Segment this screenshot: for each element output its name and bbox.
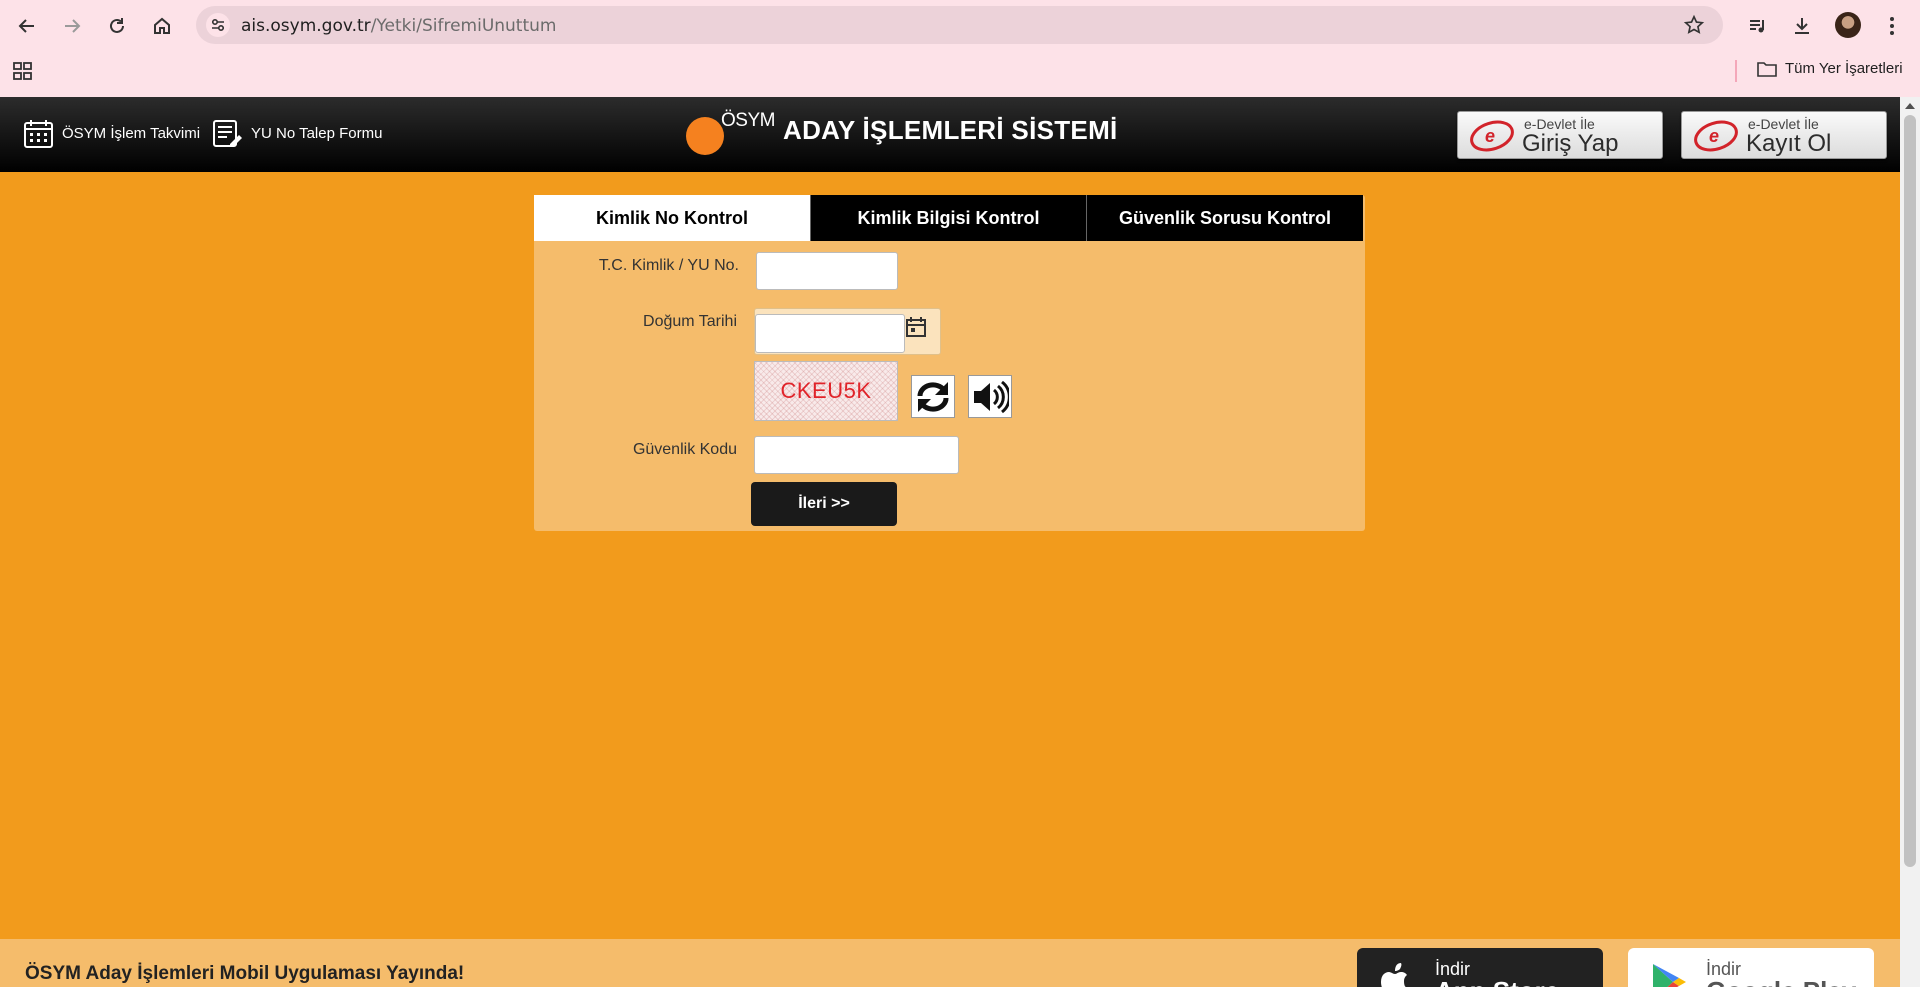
exam-calendar-link[interactable]: ÖSYM İşlem Takvimi	[23, 118, 200, 149]
media-control-icon[interactable]	[1744, 12, 1772, 40]
svg-text:e: e	[1485, 126, 1495, 146]
osym-logo-mark	[686, 117, 724, 155]
mobile-app-announcement: ÖSYM Aday İşlemleri Mobil Uygulaması Yay…	[25, 963, 465, 984]
bookmarks-bar: Tüm Yer İşaretleri	[0, 56, 1920, 86]
apps-grid-icon[interactable]	[13, 62, 33, 80]
url-text[interactable]: ais.osym.gov.tr/Yetki/SifremiUnuttum	[241, 16, 556, 36]
menu-kebab-icon[interactable]	[1878, 12, 1906, 40]
download-icon[interactable]	[1788, 12, 1816, 40]
folder-icon	[1757, 61, 1777, 77]
edevlet-logo-icon: e	[1470, 120, 1514, 152]
tc-id-label: T.C. Kimlik / YU No.	[598, 257, 739, 274]
tab-identity-info-check[interactable]: Kimlik Bilgisi Kontrol	[810, 195, 1086, 241]
profile-avatar[interactable]	[1835, 12, 1861, 38]
osym-logo[interactable]: ÖSYM	[686, 110, 775, 155]
password-reset-panel: Kimlik No Kontrol Kimlik Bilgisi Kontrol…	[534, 195, 1365, 531]
birth-date-label: Doğum Tarihi	[643, 313, 737, 330]
birth-date-input[interactable]	[755, 314, 905, 353]
captcha-refresh-button[interactable]	[911, 375, 955, 418]
exam-calendar-label: ÖSYM İşlem Takvimi	[62, 125, 201, 142]
captcha-image: CKEU5K	[754, 361, 898, 421]
form-icon	[213, 120, 242, 147]
home-button[interactable]	[146, 10, 178, 42]
mobile-app-banner: ÖSYM Aday İşlemleri Mobil Uygulaması Yay…	[0, 939, 1900, 987]
back-button[interactable]	[11, 10, 43, 42]
scroll-up-arrow-icon[interactable]	[1905, 103, 1915, 109]
edevlet-register-big: Kayıt Ol	[1746, 130, 1832, 157]
speaker-icon	[974, 380, 1009, 413]
edevlet-login-button[interactable]: e e-Devlet İle Giriş Yap	[1457, 111, 1663, 159]
refresh-icon	[917, 381, 949, 412]
google-play-button[interactable]: İndir Google Play	[1628, 948, 1874, 987]
tab-security-question-check[interactable]: Güvenlik Sorusu Kontrol	[1086, 195, 1363, 241]
security-code-input[interactable]	[754, 436, 959, 474]
security-code-label: Güvenlik Kodu	[632, 441, 737, 458]
tc-id-input[interactable]	[756, 252, 898, 290]
url-host: ais.osym.gov.tr	[241, 16, 371, 36]
tab-identity-no-check[interactable]: Kimlik No Kontrol	[534, 195, 810, 241]
yu-request-form-link[interactable]: YU No Talep Formu	[212, 118, 382, 149]
date-picker-icon[interactable]	[905, 316, 927, 338]
captcha-audio-button[interactable]	[968, 375, 1012, 418]
bookmarks-separator	[1735, 60, 1737, 82]
scroll-thumb[interactable]	[1904, 115, 1916, 867]
reload-button[interactable]	[101, 10, 133, 42]
system-title: ADAY İŞLEMLERİ SİSTEMİ	[783, 115, 1118, 145]
captcha-text: CKEU5K	[780, 378, 872, 403]
app-store-button[interactable]: İndir App Store	[1357, 948, 1603, 987]
google-play-big: Google Play	[1706, 976, 1856, 987]
url-path: /Yetki/SifremiUnuttum	[370, 16, 557, 36]
edevlet-logo-icon: e	[1694, 120, 1738, 152]
app-store-big: App Store	[1435, 976, 1559, 987]
site-header: ÖSYM İşlem Takvimi YU No Talep Formu ÖSY…	[0, 97, 1900, 172]
forward-button[interactable]	[56, 10, 88, 42]
bookmark-star-icon[interactable]	[1683, 14, 1705, 36]
page-scrollbar[interactable]	[1900, 97, 1920, 987]
google-play-icon	[1653, 964, 1686, 987]
next-button[interactable]: İleri >>	[751, 482, 897, 526]
all-bookmarks-label: Tüm Yer İşaretleri	[1785, 60, 1903, 77]
svg-text:e: e	[1709, 126, 1719, 146]
edevlet-register-button[interactable]: e e-Devlet İle Kayıt Ol	[1681, 111, 1887, 159]
edevlet-login-big: Giriş Yap	[1522, 130, 1619, 157]
address-bar[interactable]: ais.osym.gov.tr/Yetki/SifremiUnuttum	[196, 6, 1723, 44]
site-settings-icon[interactable]	[206, 13, 230, 37]
osym-logo-text: ÖSYM	[721, 110, 775, 131]
yu-request-form-label: YU No Talep Formu	[251, 125, 383, 142]
calendar-icon	[24, 120, 53, 148]
all-bookmarks-folder[interactable]: Tüm Yer İşaretleri	[1757, 60, 1903, 77]
apple-icon	[1381, 963, 1407, 987]
browser-chrome: ais.osym.gov.tr/Yetki/SifremiUnuttum Tüm…	[0, 0, 1920, 97]
